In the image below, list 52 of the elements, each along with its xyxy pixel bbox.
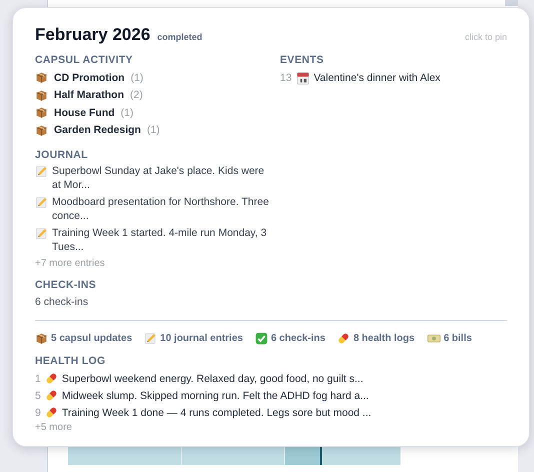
- health-entry: Midweek slump. Skipped morning run. Felt the ADHD fog hard a...: [62, 390, 369, 402]
- pill-icon: [44, 372, 58, 385]
- check-in-count: 6 check-ins: [35, 296, 88, 308]
- section-heading: CHECK-INS: [35, 279, 96, 291]
- capsul-name: House Fund: [54, 106, 115, 119]
- memo-icon: [144, 332, 158, 345]
- calendar-cell: [285, 447, 322, 465]
- summary-stat: 8 health logs: [353, 333, 415, 344]
- more-link[interactable]: +5 more: [35, 422, 72, 433]
- capsul-count: (1): [120, 106, 134, 119]
- banknote-icon: [426, 332, 441, 345]
- capsul-name: CD Promotion: [54, 72, 125, 84]
- health-entry: Superbowl weekend energy. Relaxed day, good food, no guilt s...: [62, 372, 364, 384]
- summary-stat: 5 capsul updates: [51, 333, 132, 344]
- check-icon: [254, 332, 268, 345]
- pin-hint[interactable]: click to pin: [464, 32, 507, 42]
- section-heading: CAPSUL ACTIVITY: [35, 54, 133, 66]
- more-entries-link[interactable]: +7 more entries: [35, 258, 105, 269]
- health-day: 1: [35, 372, 41, 384]
- box-icon: [35, 124, 48, 137]
- capsul-count: (1): [130, 72, 144, 84]
- journal-entry: Moodboard presentation for Northshore. Three conce...: [52, 195, 270, 223]
- memo-icon: [35, 227, 48, 240]
- event-title: Valentine's dinner with Alex: [314, 72, 440, 84]
- calendar-icon: [296, 70, 310, 85]
- memo-icon: [35, 165, 48, 178]
- summary-stat: 6 bills: [444, 333, 472, 344]
- box-icon: [35, 332, 48, 345]
- box-icon: [35, 106, 48, 120]
- section-heading: EVENTS: [280, 54, 324, 66]
- memo-icon: [35, 196, 48, 209]
- summary-stat: 10 journal entries: [160, 333, 243, 344]
- month-title: February 2026: [35, 25, 150, 45]
- section-heading: JOURNAL: [35, 149, 88, 161]
- status-label: completed: [157, 32, 202, 42]
- capsul-name: Garden Redesign: [54, 124, 141, 136]
- event-day: 13: [280, 72, 292, 84]
- pill-icon: [44, 389, 58, 402]
- health-day: 9: [35, 406, 41, 418]
- box-icon: [35, 88, 48, 102]
- health-day: 5: [35, 390, 41, 402]
- section-heading: HEALTH LOG: [35, 355, 106, 367]
- box-icon: [35, 71, 48, 84]
- summary-stat: 6 check-ins: [270, 333, 326, 344]
- pill-icon: [337, 332, 350, 345]
- capsul-count: (2): [130, 89, 143, 102]
- capsul-count: (1): [146, 124, 160, 136]
- pill-icon: [44, 406, 58, 419]
- journal-entry: Training Week 1 started. 4-mile run Monday, 3 Tues...: [52, 226, 268, 254]
- capsul-name: Half Marathon: [54, 89, 124, 102]
- health-entry: Training Week 1 done — 4 runs completed. Legs sore but mood ...: [62, 406, 372, 418]
- journal-entry: Superbowl Sunday at Jake's place. Kids were at Mor...: [52, 164, 266, 192]
